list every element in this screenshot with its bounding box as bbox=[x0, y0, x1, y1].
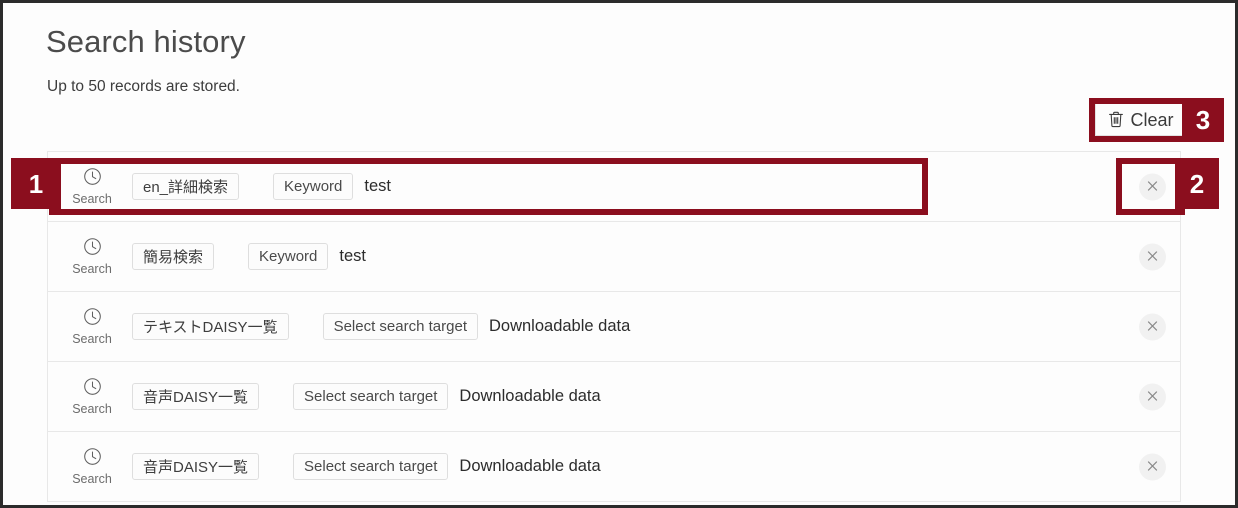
close-x-icon bbox=[1147, 249, 1158, 264]
history-category-chip: 音声DAISY一覧 bbox=[132, 383, 260, 410]
clock-history-icon bbox=[83, 237, 102, 261]
clock-history-icon bbox=[83, 447, 102, 471]
search-type-label: Search bbox=[72, 332, 112, 346]
close-x-icon bbox=[1147, 179, 1158, 194]
remove-history-entry-button[interactable] bbox=[1139, 173, 1166, 200]
page-subtitle: Up to 50 records are stored. bbox=[47, 78, 240, 95]
history-field-label-chip: Select search target bbox=[293, 383, 449, 410]
history-category-chip: 簡易検索 bbox=[132, 243, 215, 270]
history-field-value: test bbox=[339, 247, 366, 265]
history-category-chip: en_詳細検索 bbox=[132, 173, 240, 200]
history-field-label-chip: Select search target bbox=[293, 453, 449, 480]
search-type-indicator: Search bbox=[66, 307, 118, 346]
search-type-indicator: Search bbox=[66, 167, 118, 206]
history-field-value: Downloadable data bbox=[459, 387, 601, 405]
history-row[interactable]: Search テキストDAISY一覧 Select search target Dow… bbox=[48, 292, 1180, 362]
remove-history-entry-button[interactable] bbox=[1139, 453, 1166, 480]
history-row[interactable]: Search 音声DAISY一覧 Select search target Downl… bbox=[48, 432, 1180, 502]
history-category-chip: 音声DAISY一覧 bbox=[132, 453, 260, 480]
history-field-value: test bbox=[364, 177, 391, 195]
history-field-label-chip: Select search target bbox=[322, 313, 478, 340]
history-row[interactable]: Search 簡易検索 Keyword test bbox=[48, 222, 1180, 292]
remove-history-entry-button[interactable] bbox=[1139, 243, 1166, 270]
clear-button-label: Clear bbox=[1130, 109, 1174, 130]
clear-button[interactable]: Clear bbox=[1095, 103, 1187, 136]
history-row[interactable]: Search en_詳細検索 Keyword test bbox=[48, 152, 1180, 222]
search-type-label: Search bbox=[72, 262, 112, 276]
search-history-page: Search history Up to 50 records are stor… bbox=[0, 0, 1238, 508]
history-row[interactable]: Search 音声DAISY一覧 Select search target Downl… bbox=[48, 362, 1180, 432]
search-type-label: Search bbox=[72, 192, 112, 206]
search-type-indicator: Search bbox=[66, 447, 118, 486]
annotation-badge-2: 2 bbox=[1175, 158, 1219, 209]
search-type-indicator: Search bbox=[66, 377, 118, 416]
trash-icon bbox=[1108, 111, 1124, 128]
history-field-value: Downloadable data bbox=[459, 457, 601, 475]
search-type-label: Search bbox=[72, 402, 112, 416]
close-x-icon bbox=[1147, 389, 1158, 404]
close-x-icon bbox=[1147, 459, 1158, 474]
remove-history-entry-button[interactable] bbox=[1139, 383, 1166, 410]
clock-history-icon bbox=[83, 167, 102, 191]
remove-history-entry-button[interactable] bbox=[1139, 313, 1166, 340]
annotation-badge-3: 3 bbox=[1182, 98, 1224, 142]
history-category-chip: テキストDAISY一覧 bbox=[132, 313, 289, 340]
history-field-value: Downloadable data bbox=[488, 317, 631, 335]
clock-history-icon bbox=[83, 307, 102, 331]
annotation-badge-1: 1 bbox=[11, 158, 61, 209]
clock-history-icon bbox=[83, 377, 102, 401]
history-field-label-chip: Keyword bbox=[248, 243, 329, 270]
history-field-label-chip: Keyword bbox=[273, 173, 354, 200]
search-type-label: Search bbox=[72, 472, 112, 486]
search-type-indicator: Search bbox=[66, 237, 118, 276]
search-history-list: Search en_詳細検索 Keyword test Search 簡易検索 Keywor… bbox=[47, 151, 1181, 502]
close-x-icon bbox=[1147, 319, 1158, 334]
page-title: Search history bbox=[46, 24, 246, 59]
